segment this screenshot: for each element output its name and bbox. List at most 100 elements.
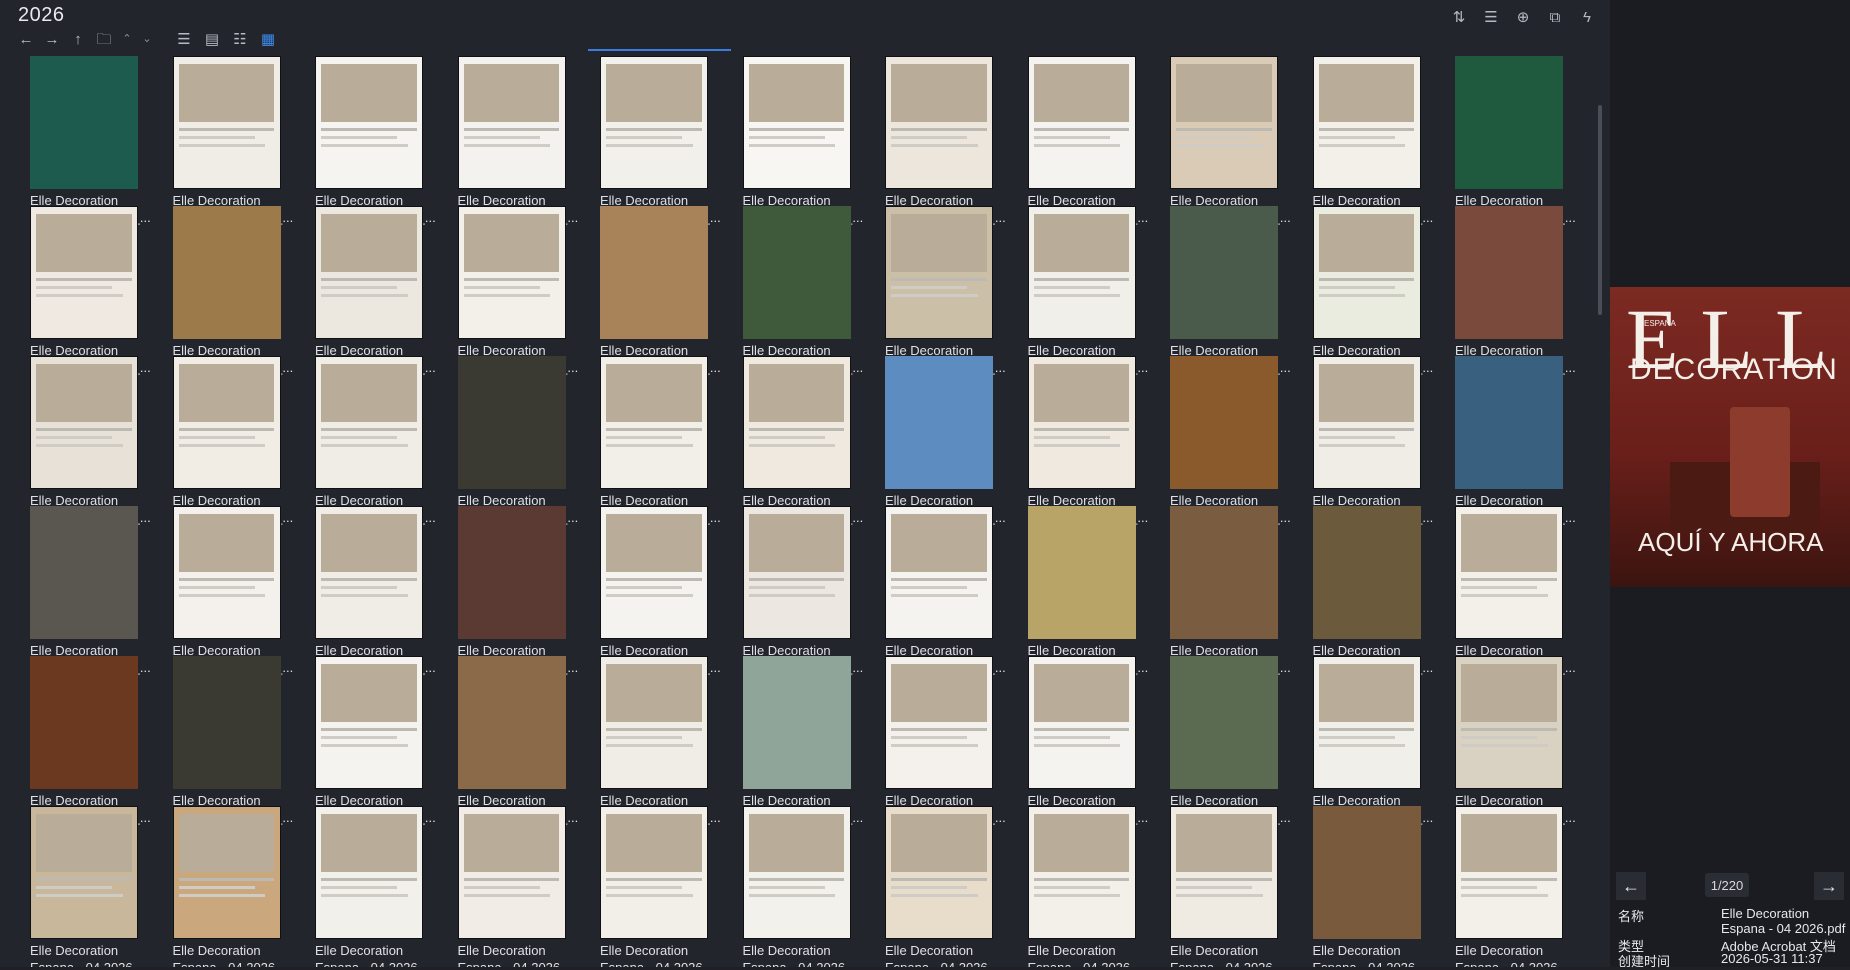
thumbnail-tile[interactable]: Elle DecorationEspana - 04 2026_... xyxy=(735,506,875,678)
page-thumbnail[interactable] xyxy=(600,56,708,189)
thumbnail-tile[interactable]: Elle DecorationEspana - 04 2026_... xyxy=(22,656,162,828)
thumbnail-tile[interactable]: Elle DecorationEspana - 04 2026_... xyxy=(22,806,162,967)
thumbnail-tile[interactable]: Elle DecorationEspana - 04 2026_... xyxy=(165,806,305,967)
thumbnail-tile[interactable]: Elle DecorationEspana - 04 2026_... xyxy=(735,206,875,378)
page-thumbnail[interactable] xyxy=(30,806,138,939)
prev-page-button[interactable]: ← xyxy=(1616,872,1646,900)
page-thumbnail[interactable] xyxy=(600,506,708,639)
page-thumbnail[interactable] xyxy=(315,356,423,489)
thumbnail-tile[interactable]: Elle DecorationEspana - 04 2026_... xyxy=(307,56,447,228)
thumbnail-tile[interactable]: Elle DecorationEspana - 04 2026_... xyxy=(1020,656,1160,828)
thumbnail-tile[interactable]: Elle DecorationEspana - 04 2026_... xyxy=(1020,356,1160,528)
thumbnail-tile[interactable]: Elle DecorationEspana - 04 2026_... xyxy=(22,356,162,528)
page-thumbnail[interactable] xyxy=(1455,56,1563,189)
page-thumbnail[interactable] xyxy=(600,806,708,939)
page-thumbnail[interactable] xyxy=(1027,356,1136,489)
thumbnail-tile[interactable]: Elle DecorationEspana - 04 2026_... xyxy=(1020,506,1160,678)
page-thumbnail[interactable] xyxy=(457,506,566,639)
thumbnail-tile[interactable]: Elle DecorationEspana - 04 2026_... xyxy=(877,656,1017,828)
page-thumbnail[interactable] xyxy=(1170,506,1278,639)
thumbnail-tile[interactable]: Elle DecorationEspana - 04 2026_... xyxy=(877,356,1017,528)
thumbnail-tile[interactable]: Elle DecorationEspana - 04 2026_... xyxy=(1447,206,1582,378)
page-thumbnail[interactable] xyxy=(1027,56,1136,189)
thumbnail-tile[interactable]: Elle DecorationEspana - 04 2026_... xyxy=(165,656,305,828)
page-thumbnail[interactable] xyxy=(1455,656,1563,789)
thumbnail-tile[interactable]: Elle DecorationEspana - 04 2026_... xyxy=(1162,656,1302,828)
thumbnail-tile[interactable]: Elle DecorationEspana - 04 2026_... xyxy=(1305,206,1445,378)
thumbnail-tile[interactable]: Elle DecorationEspana - 04 2026_... xyxy=(1162,356,1302,528)
thumbnail-tile[interactable]: Elle DecorationEspana - 04 2026_... xyxy=(592,56,732,228)
page-thumbnail[interactable] xyxy=(600,656,708,789)
thumbnail-tile[interactable]: Elle DecorationEspana - 04 2026_... xyxy=(1447,806,1582,967)
thumbnail-tile[interactable]: Elle DecorationEspana - 04 2026_... xyxy=(592,656,732,828)
page-thumbnail[interactable] xyxy=(885,806,993,939)
thumbnail-tile[interactable]: Elle DecorationEspana - 04 2026_... xyxy=(1447,506,1582,678)
page-thumbnail[interactable] xyxy=(315,506,423,639)
thumbnail-tile[interactable]: Elle DecorationEspana - 04 2026_... xyxy=(307,356,447,528)
page-thumbnail[interactable] xyxy=(457,806,566,939)
page-thumbnail[interactable] xyxy=(30,506,138,639)
page-thumbnail[interactable] xyxy=(315,806,423,939)
thumbnail-tile[interactable]: Elle DecorationEspana - 04 2026_... xyxy=(450,356,590,528)
thumbnail-tile[interactable]: Elle DecorationEspana - 04 2026_... xyxy=(877,806,1017,967)
thumbnail-tile[interactable]: Elle DecorationEspana - 04 2026_... xyxy=(450,806,590,967)
thumbnail-tile[interactable]: Elle DecorationEspana - 04 2026_... xyxy=(450,206,590,378)
forward-icon[interactable]: → xyxy=(42,29,62,49)
thumbnail-tile[interactable]: Elle DecorationEspana - 04 2026_... xyxy=(735,806,875,967)
thumbnail-tile[interactable]: Elle DecorationEspana - 04 2026_... xyxy=(165,356,305,528)
page-thumbnail[interactable] xyxy=(885,56,993,189)
thumbnail-tile[interactable]: Elle DecorationEspana - 04 2026_... xyxy=(735,356,875,528)
thumbnail-tile[interactable]: Elle DecorationEspana - 04 2026_... xyxy=(1305,506,1445,678)
caret-up-icon[interactable]: ⌃ xyxy=(120,29,134,49)
thumbnail-tile[interactable]: Elle DecorationEspana - 04 2026_... xyxy=(307,506,447,678)
thumbnail-tile[interactable]: Elle DecorationEspana - 04 2026_... xyxy=(877,56,1017,228)
page-thumbnail[interactable] xyxy=(1455,356,1563,489)
thumbnail-tile[interactable]: Elle DecorationEspana - 04 2026_... xyxy=(307,656,447,828)
page-thumbnail[interactable] xyxy=(1312,56,1421,189)
thumbnail-tile[interactable]: Elle DecorationEspana - 04 2026_... xyxy=(1020,806,1160,967)
page-thumbnail[interactable] xyxy=(1170,356,1278,489)
folder-icon[interactable]: 🗀 xyxy=(94,29,114,49)
page-thumbnail[interactable] xyxy=(30,356,138,489)
cover-preview[interactable]: ELLE ESPAÑA DECORATION AQUÍ Y AHORA xyxy=(1610,287,1850,587)
page-thumbnail[interactable] xyxy=(1027,206,1136,339)
page-thumbnail[interactable] xyxy=(172,506,281,639)
thumbnail-tile[interactable]: Elle DecorationEspana - 04 2026_... xyxy=(592,806,732,967)
page-thumbnail[interactable] xyxy=(30,206,138,339)
page-thumbnail[interactable] xyxy=(172,56,281,189)
page-thumbnail[interactable] xyxy=(742,356,851,489)
thumbnail-tile[interactable]: Elle DecorationEspana - 04 2026_... xyxy=(1020,56,1160,228)
page-thumbnail[interactable] xyxy=(742,206,851,339)
page-thumbnail[interactable] xyxy=(600,206,708,339)
thumbnail-tile[interactable]: Elle DecorationEspana - 04 2026_... xyxy=(165,506,305,678)
page-thumbnail[interactable] xyxy=(1027,506,1136,639)
page-thumbnail[interactable] xyxy=(457,206,566,339)
thumbnail-tile[interactable]: Elle DecorationEspana - 04 2026_... xyxy=(735,56,875,228)
page-thumbnail[interactable] xyxy=(742,506,851,639)
page-thumbnail[interactable] xyxy=(315,656,423,789)
copy-icon[interactable]: ⧉ xyxy=(1544,6,1566,28)
thumbnail-tile[interactable]: Elle DecorationEspana - 04 2026_... xyxy=(592,206,732,378)
next-page-button[interactable]: → xyxy=(1814,872,1844,900)
page-thumbnail[interactable] xyxy=(1312,806,1421,939)
page-thumbnail[interactable] xyxy=(742,56,851,189)
page-thumbnail[interactable] xyxy=(885,206,993,339)
page-thumbnail[interactable] xyxy=(172,806,281,939)
page-thumbnail[interactable] xyxy=(1455,806,1563,939)
thumbnail-tile[interactable]: Elle DecorationEspana - 04 2026_... xyxy=(1305,806,1445,967)
page-thumbnail[interactable] xyxy=(457,656,566,789)
page-thumbnail[interactable] xyxy=(457,356,566,489)
thumbnail-tile[interactable]: Elle DecorationEspana - 04 2026_... xyxy=(450,656,590,828)
up-icon[interactable]: ↑ xyxy=(68,29,88,49)
back-icon[interactable]: ← xyxy=(16,29,36,49)
thumbnail-tile[interactable]: Elle DecorationEspana - 04 2026_... xyxy=(1305,56,1445,228)
page-thumbnail[interactable] xyxy=(457,56,566,189)
lightning-icon[interactable]: ϟ xyxy=(1576,6,1598,28)
thumbnail-tile[interactable]: Elle DecorationEspana - 04 2026_... xyxy=(22,506,162,678)
details-view-icon[interactable]: ▤ xyxy=(200,28,224,50)
thumbnail-tile[interactable]: Elle DecorationEspana - 04 2026_... xyxy=(1162,506,1302,678)
page-thumbnail[interactable] xyxy=(315,56,423,189)
page-thumbnail[interactable] xyxy=(742,656,851,789)
page-thumbnail[interactable] xyxy=(885,656,993,789)
page-thumbnail[interactable] xyxy=(30,656,138,789)
